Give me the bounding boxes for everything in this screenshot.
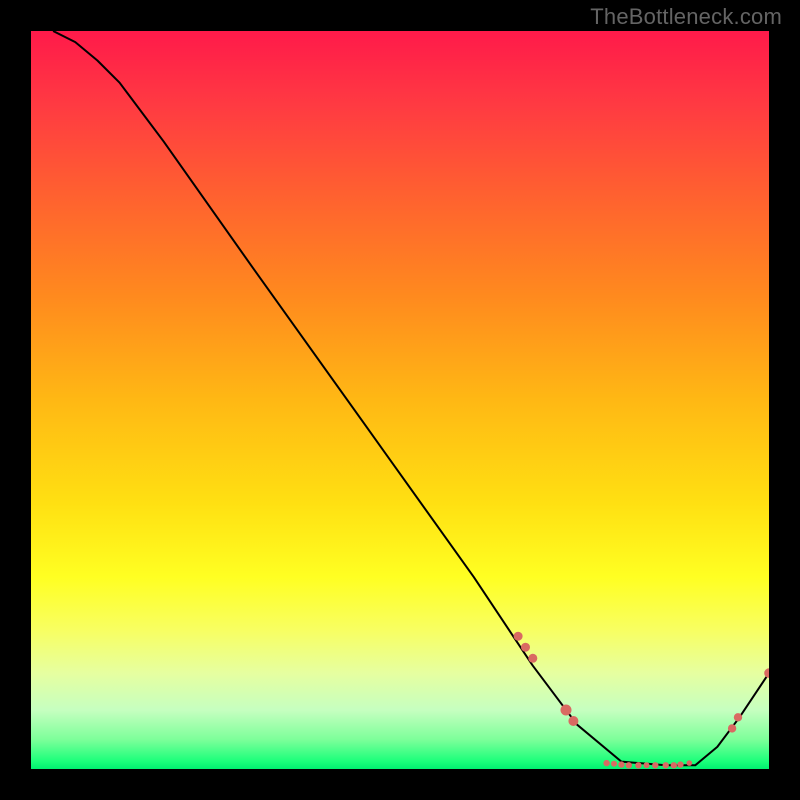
plot-area [31,31,769,769]
curve-line [53,31,769,765]
curve-markers [514,632,769,769]
watermark-text: TheBottleneck.com [590,4,782,30]
chart-svg [31,31,769,769]
